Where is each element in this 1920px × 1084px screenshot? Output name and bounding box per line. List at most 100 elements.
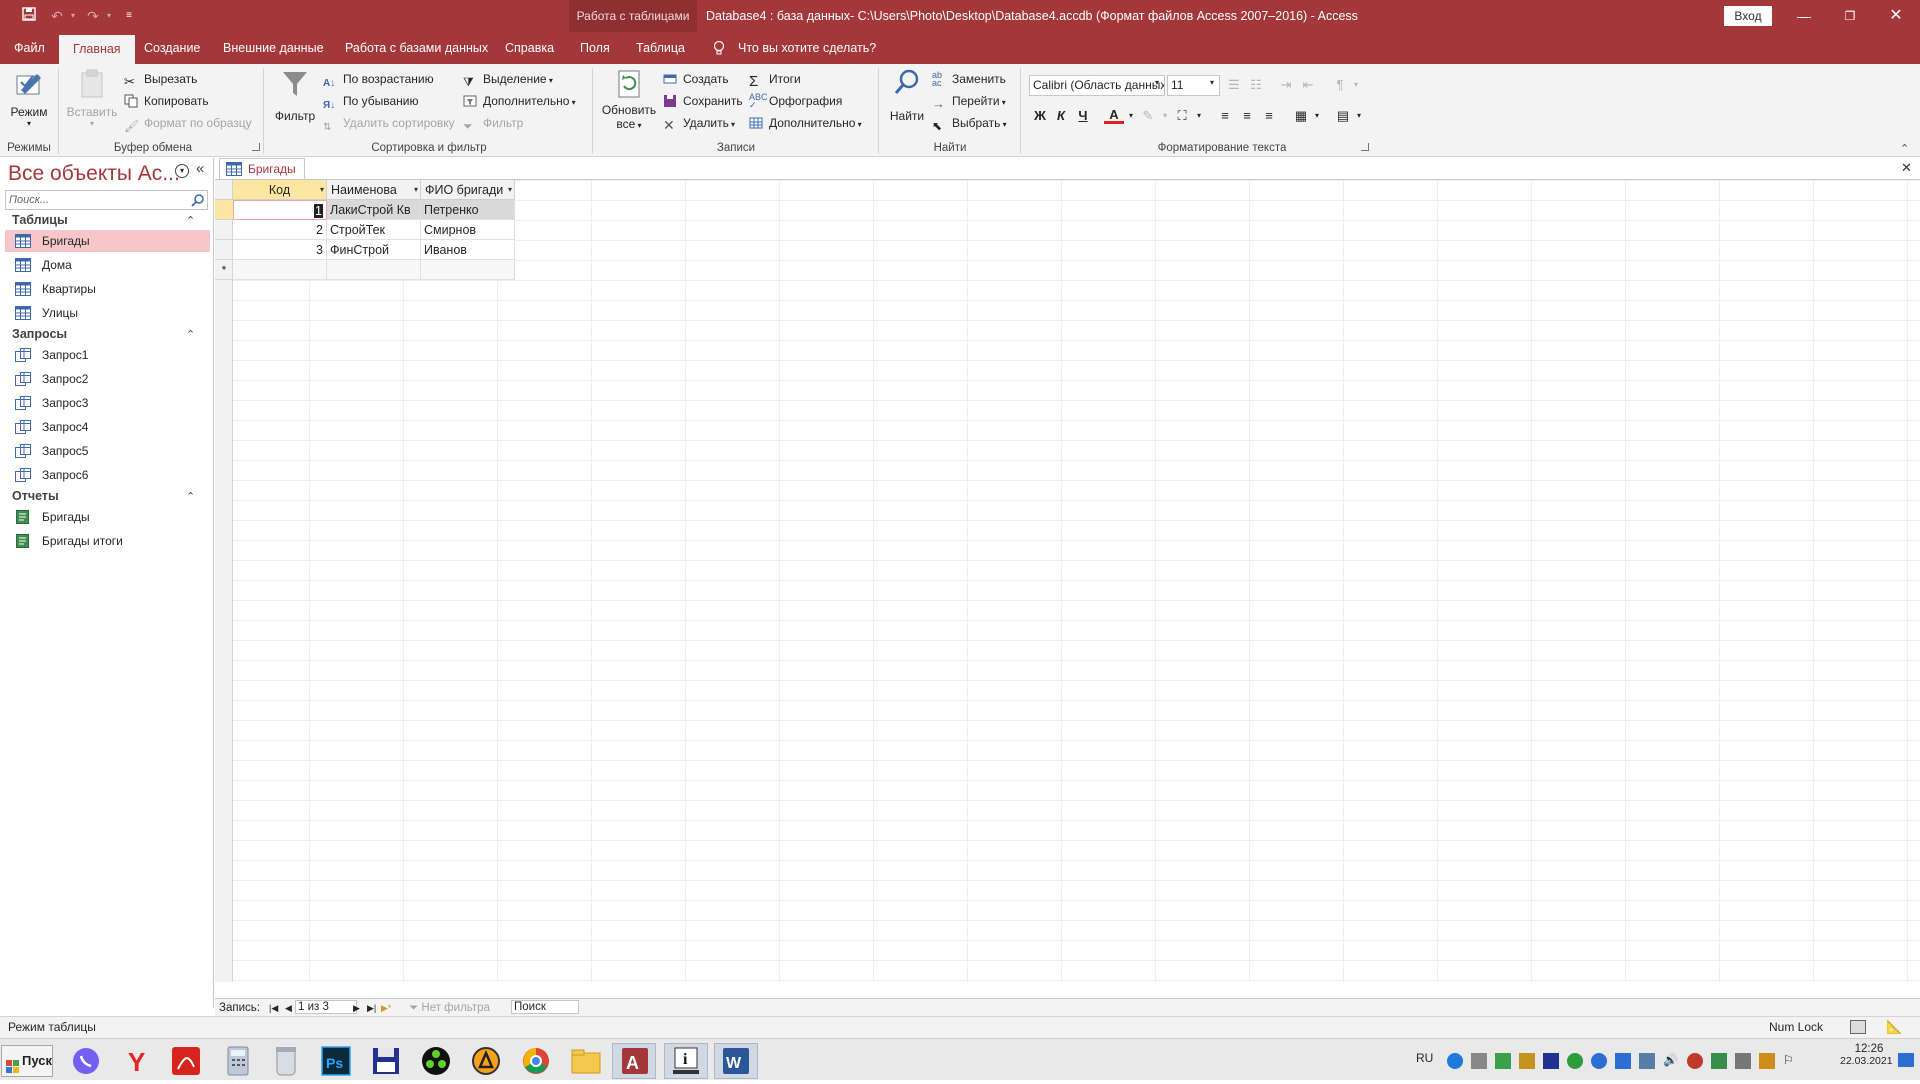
select-button[interactable]: ⬉ Выбрать ▾ <box>932 113 1007 133</box>
underline-button[interactable]: Ч <box>1073 106 1093 126</box>
tab-external-data[interactable]: Внешние данные <box>209 32 338 64</box>
clock[interactable]: 12:26 22.03.2021 <box>1840 1043 1893 1067</box>
search-icon[interactable] <box>191 193 205 210</box>
cell-code[interactable]: 1 <box>233 200 327 220</box>
new-cell-code[interactable] <box>233 260 327 280</box>
next-record-icon[interactable]: ▶ <box>353 1000 360 1016</box>
undo-dropdown-icon[interactable]: ▾ <box>62 6 84 26</box>
taskbar-access-icon[interactable]: A <box>612 1043 656 1079</box>
filter-status[interactable]: ⏷ Нет фильтра <box>409 1000 490 1016</box>
cell-name[interactable]: СтройТек <box>327 220 421 240</box>
tell-me-search[interactable]: Что вы хотите сделать? <box>738 32 876 64</box>
record-selector[interactable] <box>215 200 233 220</box>
nav-item-table-brigady[interactable]: Бригады <box>5 230 210 252</box>
cell-code[interactable]: 2 <box>233 220 327 240</box>
filter-button[interactable]: Фильтр <box>272 68 318 123</box>
cell-foreman[interactable]: Петренко <box>421 200 515 220</box>
cell-code[interactable]: 3 <box>233 240 327 260</box>
collapse-pane-icon[interactable]: « <box>196 160 204 177</box>
tray-sound-app-icon[interactable] <box>1591 1053 1607 1069</box>
bullets-icon[interactable]: ☰ <box>1224 75 1244 95</box>
nav-item-report-brigady-itogi[interactable]: Бригады итоги <box>5 530 210 552</box>
nav-item-table-kvartiry[interactable]: Квартиры <box>5 278 210 300</box>
nav-item-query-3[interactable]: Запрос3 <box>5 392 210 414</box>
tray-display-icon[interactable] <box>1639 1053 1655 1069</box>
save-icon[interactable] <box>18 6 40 26</box>
datasheet-view-icon[interactable] <box>1850 1020 1866 1034</box>
more-records-button[interactable]: Дополнительно ▾ <box>749 113 862 133</box>
last-record-icon[interactable]: ▶| <box>367 1000 376 1016</box>
document-tab-brigady[interactable]: Бригады <box>219 158 305 179</box>
new-cell-name[interactable] <box>327 260 421 280</box>
delete-record-button[interactable]: ✕ Удалить ▾ <box>663 113 735 133</box>
tray-sync-icon[interactable] <box>1495 1053 1511 1069</box>
gridlines-dropdown-icon[interactable]: ▾ <box>1307 106 1327 126</box>
column-dropdown-icon[interactable]: ▾ <box>508 180 512 199</box>
copy-button[interactable]: Копировать <box>124 91 209 111</box>
new-record-selector[interactable]: * <box>215 260 233 280</box>
nav-pane-title[interactable]: Все объекты Ac... <box>8 162 180 186</box>
cell-foreman[interactable]: Смирнов <box>421 220 515 240</box>
record-selector[interactable] <box>215 240 233 260</box>
taskbar-aimp-icon[interactable] <box>464 1043 508 1079</box>
taskbar-viber-icon[interactable] <box>64 1043 108 1079</box>
numbering-icon[interactable]: ☷ <box>1246 75 1266 95</box>
nav-category-reports[interactable]: Отчеты <box>12 489 59 503</box>
taskbar-calculator-icon[interactable] <box>216 1043 260 1079</box>
spelling-button[interactable]: ABC ✓ Орфография <box>749 91 842 111</box>
taskbar-floppy-app-icon[interactable] <box>364 1043 408 1079</box>
select-all-corner[interactable] <box>215 180 233 200</box>
prev-record-icon[interactable]: ◀ <box>285 1000 292 1016</box>
close-window-icon[interactable]: ✕ <box>1873 0 1919 32</box>
align-left-icon[interactable]: ≡ <box>1215 106 1235 126</box>
sort-ascending-button[interactable]: A↓ По возрастанию <box>323 69 434 89</box>
current-record-input[interactable]: 1 из 3 <box>295 1000 357 1014</box>
nav-item-query-4[interactable]: Запрос4 <box>5 416 210 438</box>
new-blank-record-icon[interactable]: ▶* <box>381 1000 391 1016</box>
nav-item-table-ulitsy[interactable]: Улицы <box>5 302 210 324</box>
tray-bluetooth-icon[interactable] <box>1615 1053 1631 1069</box>
bold-button[interactable]: Ж <box>1030 106 1050 126</box>
tab-file[interactable]: Файл <box>0 32 59 64</box>
tray-update-icon[interactable] <box>1759 1053 1775 1069</box>
taskbar-acrobat-icon[interactable] <box>164 1043 208 1079</box>
toggle-filter-button[interactable]: ⏷ Фильтр <box>463 113 523 133</box>
tray-green-icon[interactable] <box>1567 1053 1583 1069</box>
tab-database-tools[interactable]: Работа с базами данных <box>331 32 502 64</box>
tray-monitor-icon[interactable] <box>1735 1053 1751 1069</box>
tab-help[interactable]: Справка <box>491 32 568 64</box>
design-view-icon[interactable]: 📐 <box>1886 1017 1902 1037</box>
column-dropdown-icon[interactable]: ▾ <box>320 180 324 199</box>
font-name-dropdown-icon[interactable]: ▾ <box>1155 78 1159 87</box>
align-right-icon[interactable]: ≡ <box>1259 106 1279 126</box>
find-button[interactable]: Найти <box>884 68 930 123</box>
decrease-indent-icon[interactable]: ⇤ <box>1298 75 1318 95</box>
taskbar-yandex-browser-icon[interactable]: Y <box>114 1043 158 1079</box>
redo-dropdown-icon[interactable]: ▾ <box>98 6 120 26</box>
nav-menu-dropdown-icon[interactable]: ▾ <box>175 164 189 178</box>
tab-table[interactable]: Таблица <box>622 32 699 64</box>
collapse-category-icon[interactable]: ⌃ <box>186 214 195 227</box>
column-dropdown-icon[interactable]: ▾ <box>414 180 418 199</box>
selection-filter-button[interactable]: ⧩ Выделение ▾ <box>463 69 553 89</box>
taskbar-jar-icon[interactable] <box>264 1043 308 1079</box>
customize-qat-icon[interactable]: ≡ <box>118 6 140 26</box>
tab-create[interactable]: Создание <box>130 32 214 64</box>
increase-indent-icon[interactable]: ⇥ <box>1276 75 1296 95</box>
taskbar-green-app-icon[interactable] <box>414 1043 458 1079</box>
restore-icon[interactable]: ❐ <box>1827 0 1873 32</box>
view-button[interactable]: Режим ▾ <box>6 68 52 128</box>
new-cell-foreman[interactable] <box>421 260 515 280</box>
goto-button[interactable]: → Перейти ▾ <box>932 91 1006 111</box>
sign-in-button[interactable]: Вход <box>1724 6 1772 26</box>
collapse-ribbon-icon[interactable]: ⌃ <box>1900 142 1909 155</box>
taskbar-info-app-icon[interactable]: i <box>664 1043 708 1079</box>
rtl-dropdown-icon[interactable]: ▾ <box>1346 75 1366 95</box>
paste-button[interactable]: Вставить ▾ <box>66 68 118 128</box>
nav-item-query-6[interactable]: Запрос6 <box>5 464 210 486</box>
tray-antivirus-icon[interactable] <box>1687 1053 1703 1069</box>
close-document-icon[interactable]: ✕ <box>1901 160 1912 176</box>
align-center-icon[interactable]: ≡ <box>1237 106 1257 126</box>
minimize-icon[interactable]: — <box>1781 0 1827 32</box>
italic-button[interactable]: К <box>1051 106 1071 126</box>
